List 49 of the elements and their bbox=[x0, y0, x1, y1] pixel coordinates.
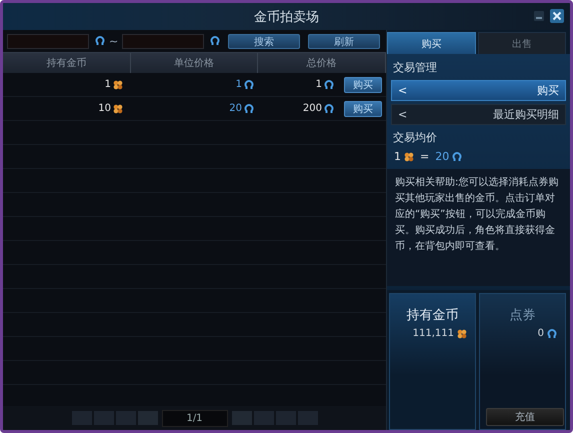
table-cell: 1 bbox=[134, 73, 262, 96]
range-separator: ~ bbox=[109, 34, 118, 48]
ticket-icon bbox=[547, 328, 557, 338]
search-button[interactable]: 搜索 bbox=[228, 34, 300, 48]
ticket-amount: 20 bbox=[435, 150, 450, 163]
column-header[interactable]: 持有金币 bbox=[3, 53, 131, 73]
coin-icon bbox=[457, 328, 467, 338]
table-cell: 1 bbox=[3, 73, 134, 96]
table-cell: 200 购买 bbox=[262, 97, 386, 120]
ticket-icon bbox=[244, 80, 254, 90]
coin-amount: 1 bbox=[394, 150, 401, 163]
equals-sign: = bbox=[420, 150, 430, 163]
coin-icon bbox=[113, 104, 123, 114]
ticket-icon bbox=[244, 104, 254, 114]
menu-item[interactable]: < 购买 bbox=[391, 80, 566, 101]
close-icon[interactable] bbox=[550, 9, 564, 23]
coin-icon bbox=[113, 80, 123, 90]
tab[interactable]: 购买 bbox=[387, 32, 476, 54]
min-price-field[interactable] bbox=[7, 34, 89, 48]
ticket-icon bbox=[210, 36, 220, 46]
window-title: 金币拍卖场 bbox=[254, 8, 319, 26]
ticket-icon bbox=[95, 36, 105, 46]
recharge-button[interactable]: 充值 bbox=[486, 408, 564, 426]
menu-item[interactable]: < 最近购买明细 bbox=[391, 104, 566, 125]
balance-title: 持有金币 bbox=[406, 307, 458, 324]
ticket-icon bbox=[324, 104, 334, 114]
minimize-icon[interactable] bbox=[533, 10, 545, 22]
tab[interactable]: 出售 bbox=[478, 32, 566, 54]
ticket-icon bbox=[452, 152, 462, 162]
page-back-buttons-drawing[interactable] bbox=[72, 411, 158, 425]
column-header[interactable]: 总价格 bbox=[258, 53, 386, 73]
coin-icon bbox=[404, 152, 414, 162]
buy-button[interactable]: 购买 bbox=[344, 100, 382, 116]
table-cell: 10 bbox=[3, 97, 134, 120]
max-price-field[interactable] bbox=[122, 34, 204, 48]
ticket-icon bbox=[324, 80, 334, 90]
section-title: 交易管理 bbox=[392, 60, 438, 76]
page-indicator: 1/1 bbox=[162, 410, 228, 426]
help-text: 购买相关帮助:您可以选择消耗点券购买其他玩家出售的金币。点击订单对应的“购买”按钮，可以完成金币购买。购买成功后，角色将直接获得金币，在背包内即可查看。 bbox=[387, 169, 570, 286]
balance-value: 0 bbox=[538, 328, 544, 339]
table-cell: 20 bbox=[134, 97, 262, 120]
buy-button[interactable]: 购买 bbox=[344, 76, 382, 92]
page-forward-buttons-drawing[interactable] bbox=[232, 411, 318, 425]
refresh-button[interactable]: 刷新 bbox=[308, 34, 380, 48]
section-title: 交易均价 bbox=[392, 130, 438, 146]
balance-value: 111,111 bbox=[412, 328, 454, 339]
column-header[interactable]: 单位价格 bbox=[130, 53, 258, 73]
balance-title: 点券 bbox=[510, 307, 536, 324]
table-cell: 1 购买 bbox=[262, 73, 386, 96]
